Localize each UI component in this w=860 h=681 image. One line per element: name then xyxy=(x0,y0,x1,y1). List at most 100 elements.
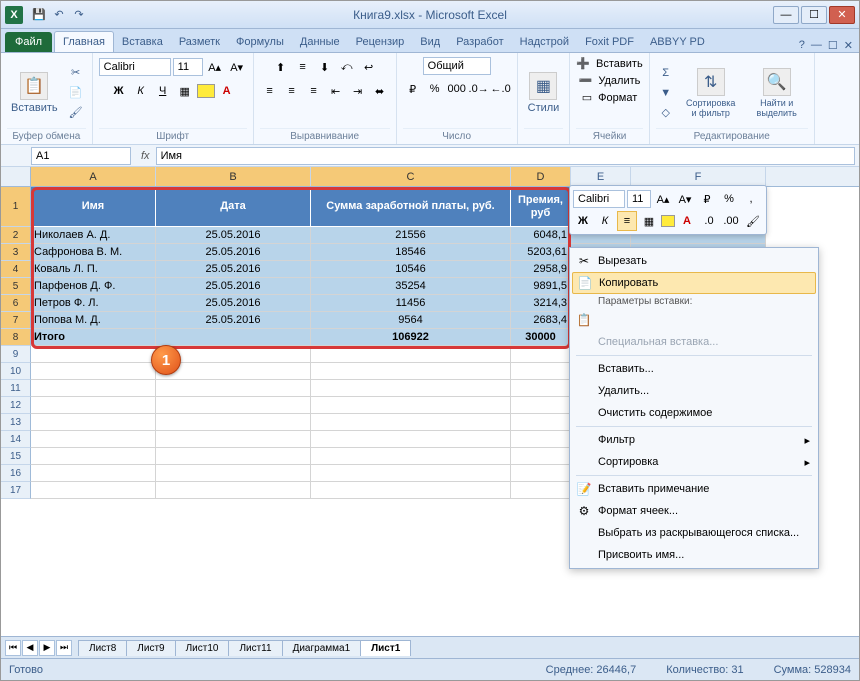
file-tab[interactable]: Файл xyxy=(5,32,52,52)
font-name-input[interactable] xyxy=(99,58,171,76)
row-header[interactable]: 15 xyxy=(1,448,31,465)
row-header[interactable]: 13 xyxy=(1,414,31,431)
font-size-input[interactable] xyxy=(173,58,203,76)
ctx-define-name[interactable]: Присвоить имя... xyxy=(572,544,816,566)
ctx-copy[interactable]: 📄Копировать xyxy=(572,272,816,294)
cell[interactable] xyxy=(511,380,571,397)
cell[interactable] xyxy=(311,482,511,499)
mini-comma-icon[interactable]: , xyxy=(741,189,761,209)
mini-align-icon[interactable]: ≡ xyxy=(617,211,637,231)
paste-button[interactable]: 📋 Вставить xyxy=(7,70,62,116)
align-mid-icon[interactable]: ≡ xyxy=(293,57,313,77)
autosum-icon[interactable]: Σ xyxy=(656,64,676,82)
cell[interactable]: Итого xyxy=(31,329,156,346)
cell[interactable] xyxy=(511,397,571,414)
select-all-corner[interactable] xyxy=(1,167,31,186)
merge-icon[interactable]: ⬌ xyxy=(370,81,390,101)
tab-abbyy[interactable]: ABBYY PD xyxy=(642,32,713,52)
cell[interactable] xyxy=(311,414,511,431)
cell[interactable] xyxy=(311,346,511,363)
cell[interactable]: 9564 xyxy=(311,312,511,329)
underline-button[interactable]: Ч xyxy=(153,81,173,101)
mini-currency-icon[interactable]: ₽ xyxy=(697,189,717,209)
grow-font-icon[interactable]: A▴ xyxy=(205,57,225,77)
copy-icon[interactable]: 📄 xyxy=(66,84,86,102)
mini-font-color-icon[interactable]: A xyxy=(677,211,697,231)
row-header[interactable]: 9 xyxy=(1,346,31,363)
sheet-tab[interactable]: Лист8 xyxy=(78,640,127,656)
border-button[interactable]: ▦ xyxy=(175,81,195,101)
cell[interactable]: Петров Ф. Л. xyxy=(31,295,156,312)
cell[interactable] xyxy=(511,465,571,482)
cell[interactable]: Имя xyxy=(31,187,156,227)
cell[interactable]: 6048,1 xyxy=(511,227,571,244)
cell[interactable] xyxy=(311,397,511,414)
save-icon[interactable]: 💾 xyxy=(31,7,47,23)
sheet-tab[interactable]: Лист11 xyxy=(228,640,282,656)
ctx-insert[interactable]: Вставить... xyxy=(572,358,816,380)
cell[interactable] xyxy=(311,465,511,482)
cell[interactable]: 18546 xyxy=(311,244,511,261)
align-right-icon[interactable]: ≡ xyxy=(304,81,324,101)
cell[interactable]: 3214,3 xyxy=(511,295,571,312)
cell[interactable]: Попова М. Д. xyxy=(31,312,156,329)
col-header-e[interactable]: E xyxy=(571,167,631,186)
cell[interactable] xyxy=(511,363,571,380)
row-header[interactable]: 16 xyxy=(1,465,31,482)
minimize-button[interactable]: — xyxy=(773,6,799,24)
mini-grow-font-icon[interactable]: A▴ xyxy=(653,189,673,209)
insert-icon[interactable]: ➕ xyxy=(576,57,590,70)
tab-developer[interactable]: Разработ xyxy=(448,32,511,52)
cell[interactable]: Сафронова В. М. xyxy=(31,244,156,261)
row-header[interactable]: 6 xyxy=(1,295,31,312)
fx-icon[interactable]: fx xyxy=(141,150,150,162)
cell[interactable] xyxy=(31,363,156,380)
sheet-tab[interactable]: Диаграмма1 xyxy=(282,640,362,656)
cell[interactable] xyxy=(31,448,156,465)
row-header[interactable]: 4 xyxy=(1,261,31,278)
cell[interactable] xyxy=(31,380,156,397)
sheet-tab[interactable]: Лист10 xyxy=(175,640,230,656)
format-icon[interactable]: ▭ xyxy=(582,91,592,104)
cell[interactable] xyxy=(31,465,156,482)
cell[interactable]: 35254 xyxy=(311,278,511,295)
mini-border-icon[interactable]: ▦ xyxy=(639,211,659,231)
ctx-cut[interactable]: ✂Вырезать xyxy=(572,250,816,272)
cell[interactable]: 25.05.2016 xyxy=(156,261,311,278)
mini-font-name[interactable] xyxy=(573,190,625,208)
orientation-icon[interactable]: ⤺ xyxy=(337,57,357,77)
align-left-icon[interactable]: ≡ xyxy=(260,81,280,101)
delete-icon[interactable]: ➖ xyxy=(579,74,593,87)
cell[interactable] xyxy=(156,397,311,414)
cell[interactable]: 11456 xyxy=(311,295,511,312)
cell[interactable]: 106922 xyxy=(311,329,511,346)
mini-dec-dec-icon[interactable]: .00 xyxy=(721,211,741,231)
cell[interactable] xyxy=(311,380,511,397)
cell[interactable] xyxy=(156,448,311,465)
sort-filter-button[interactable]: ⇅Сортировка и фильтр xyxy=(680,66,742,120)
italic-button[interactable]: К xyxy=(131,81,151,101)
cell[interactable] xyxy=(311,431,511,448)
styles-button[interactable]: ▦Стили xyxy=(524,70,564,116)
tab-nav-next-icon[interactable]: ▶ xyxy=(39,640,55,656)
maximize-button[interactable]: ☐ xyxy=(801,6,827,24)
currency-icon[interactable]: ₽ xyxy=(403,79,423,99)
cell[interactable]: 9891,5 xyxy=(511,278,571,295)
shrink-font-icon[interactable]: A▾ xyxy=(227,57,247,77)
cell[interactable]: Сумма заработной платы, руб. xyxy=(311,187,511,227)
tab-layout[interactable]: Разметк xyxy=(171,32,228,52)
row-header[interactable]: 8 xyxy=(1,329,31,346)
row-header[interactable]: 1 xyxy=(1,187,31,227)
ctx-paste-option[interactable]: 📋 xyxy=(572,309,816,331)
tab-addins[interactable]: Надстрой xyxy=(512,32,577,52)
worksheet-grid[interactable]: A B C D E F 1ИмяДатаСумма заработной пла… xyxy=(1,167,859,607)
row-header[interactable]: 11 xyxy=(1,380,31,397)
cell[interactable]: 2958,9 xyxy=(511,261,571,278)
mdi-min-icon[interactable]: — xyxy=(811,39,822,52)
cell[interactable] xyxy=(311,448,511,465)
name-box[interactable] xyxy=(31,147,131,165)
col-header-f[interactable]: F xyxy=(631,167,766,186)
percent-icon[interactable]: % xyxy=(425,79,445,99)
cell[interactable]: 25.05.2016 xyxy=(156,295,311,312)
ctx-delete[interactable]: Удалить... xyxy=(572,380,816,402)
